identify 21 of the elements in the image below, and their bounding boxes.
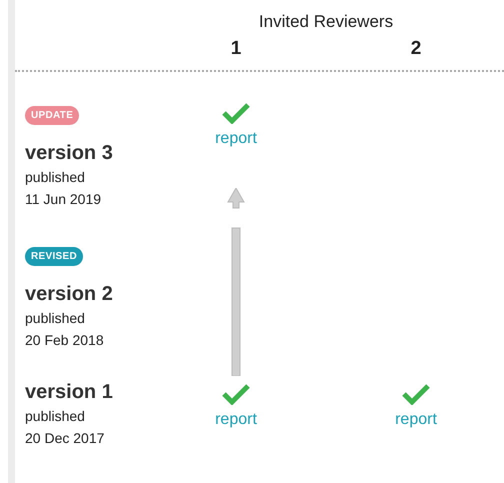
report-link[interactable]: report bbox=[215, 127, 257, 151]
date-text: 11 Jun 2019 bbox=[25, 191, 102, 207]
report-link[interactable]: report bbox=[215, 408, 257, 432]
status-text: published bbox=[25, 169, 85, 185]
report-link[interactable]: report bbox=[395, 408, 437, 432]
version-badge: REVISED bbox=[25, 247, 84, 266]
check-icon bbox=[222, 102, 250, 124]
version-badge: UPDATE bbox=[25, 106, 80, 125]
check-icon bbox=[222, 383, 250, 405]
version-title: version 1 bbox=[25, 380, 114, 405]
check-icon bbox=[402, 383, 430, 405]
column-header: Invited Reviewers bbox=[258, 11, 394, 33]
date-text: 20 Dec 2017 bbox=[25, 430, 104, 446]
date-text: 20 Feb 2018 bbox=[25, 332, 104, 348]
status-text: published bbox=[25, 408, 85, 424]
reviewer-number: 1 bbox=[230, 38, 242, 58]
version-title: version 3 bbox=[25, 141, 114, 166]
reviewer-number: 2 bbox=[410, 38, 422, 58]
version-title: version 2 bbox=[25, 282, 114, 307]
arrow-icon bbox=[226, 188, 246, 376]
status-text: published bbox=[25, 310, 85, 326]
